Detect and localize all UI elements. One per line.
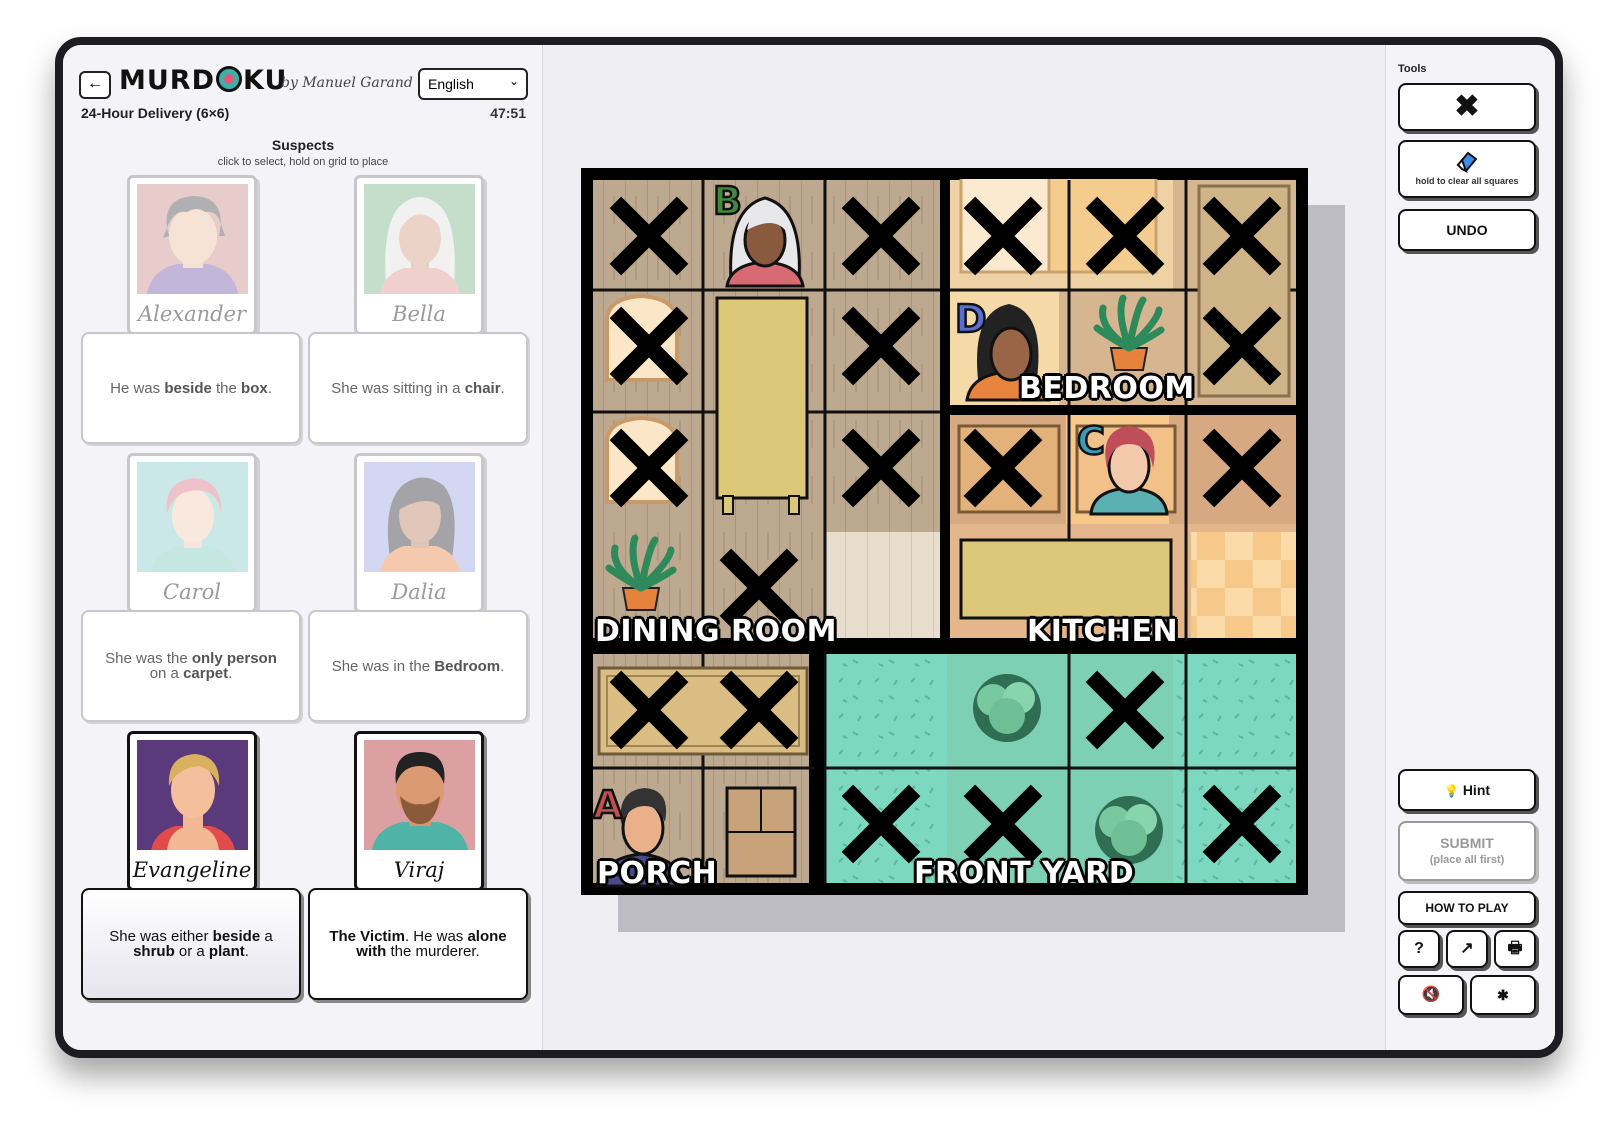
room-label-dining-room: DINING ROOM: [595, 614, 837, 649]
suspect-name: Carol: [163, 580, 221, 604]
how-to-play-label: HOW TO PLAY: [1425, 901, 1509, 915]
murdoku-logo: MURD KU: [119, 65, 288, 96]
marker-d: D: [955, 297, 987, 341]
clue-card-evangeline[interactable]: She was either beside a shrub or a plant…: [81, 888, 301, 1000]
clue-text: She was in the Bedroom.: [331, 657, 505, 675]
viraj-portrait: [364, 740, 475, 850]
suspect-card-evangeline[interactable]: Evangeline: [127, 731, 257, 891]
suspect-name: Dalia: [391, 580, 447, 604]
room-label-bedroom: BEDROOM: [1019, 371, 1195, 406]
marker-a: A: [593, 783, 623, 827]
room-label-front-yard: FRONT YARD: [914, 856, 1135, 891]
app-window: ← MURD KU by Manuel Garand English ⌄ 24-H…: [55, 37, 1563, 1058]
suspect-card-carol[interactable]: Carol: [127, 453, 257, 613]
suspect-card-dalia[interactable]: Dalia: [354, 453, 484, 613]
chevron-down-icon: ⌄: [508, 74, 519, 88]
back-arrow-icon: ←: [87, 75, 103, 92]
submit-sublabel: (place all first): [1429, 854, 1505, 866]
settings-button[interactable]: ✱: [1470, 975, 1536, 1015]
carol-portrait: [137, 462, 248, 572]
logo-magnifier-icon: [216, 65, 242, 92]
hint-label: Hint: [1462, 782, 1491, 798]
x-mark-icon: ✖: [1454, 90, 1480, 123]
mute-button[interactable]: 🔇: [1398, 975, 1464, 1015]
suspects-sidebar: ← MURD KU by Manuel Garand English ⌄ 24-H…: [63, 45, 543, 1050]
share-arrow-icon: ↗: [1460, 940, 1474, 957]
evangeline-portrait: [137, 740, 248, 850]
lightbulb-icon: 💡: [1443, 784, 1459, 798]
suspects-heading: Suspects: [271, 137, 335, 153]
clue-card-carol[interactable]: She was the only person on a carpet.: [81, 610, 301, 722]
language-select[interactable]: English ⌄: [418, 68, 528, 100]
clue-text: She was the only person on a carpet.: [105, 650, 277, 682]
bella-portrait: [364, 184, 475, 294]
alexander-portrait: [137, 184, 248, 294]
board-art: B D C A: [582, 169, 1307, 894]
clue-text: She was sitting in a chair.: [331, 379, 505, 397]
board-area: B D C A DINING ROOM BEDROOM KITCHEN PORC…: [543, 45, 1385, 1050]
clue-card-dalia[interactable]: She was in the Bedroom.: [308, 610, 528, 722]
back-button[interactable]: ←: [79, 71, 111, 99]
clue-text: He was beside the box.: [110, 379, 272, 397]
puzzle-title: 24-Hour Delivery (6×6): [81, 105, 230, 121]
speaker-muted-icon: 🔇: [1421, 986, 1441, 1003]
timer: 47:51: [490, 105, 526, 121]
suspect-name: Evangeline: [132, 858, 252, 882]
x-tool-button[interactable]: ✖: [1398, 83, 1536, 131]
undo-label: UNDO: [1446, 222, 1488, 238]
suspect-name: Bella: [392, 302, 446, 326]
tools-heading: Tools: [1398, 63, 1427, 75]
share-button[interactable]: ↗: [1446, 930, 1488, 968]
suspects-hint: click to select, hold on grid to place: [217, 156, 389, 168]
clue-text: The Victim. He was alone with the murder…: [329, 928, 507, 960]
clue-card-bella[interactable]: She was sitting in a chair.: [308, 332, 528, 444]
gear-icon: ✱: [1497, 987, 1509, 1003]
eraser-tool-button[interactable]: hold to clear all squares: [1398, 140, 1536, 198]
game-board[interactable]: B D C A DINING ROOM BEDROOM KITCHEN PORC…: [581, 168, 1308, 895]
dalia-portrait: [364, 462, 475, 572]
marker-c: C: [1077, 419, 1105, 463]
clue-card-viraj[interactable]: The Victim. He was alone with the murder…: [308, 888, 528, 1000]
clue-card-alexander[interactable]: He was beside the box.: [81, 332, 301, 444]
eraser-icon: [1456, 151, 1478, 174]
submit-button[interactable]: SUBMIT (place all first): [1398, 821, 1536, 881]
suspect-card-viraj[interactable]: Viraj: [354, 731, 484, 891]
eraser-hint: hold to clear all squares: [1415, 176, 1519, 186]
how-to-play-button[interactable]: HOW TO PLAY: [1398, 891, 1536, 925]
suspect-name: Alexander: [137, 302, 247, 326]
suspect-card-bella[interactable]: Bella: [354, 175, 484, 335]
help-button[interactable]: ?: [1398, 930, 1440, 968]
language-value: English: [428, 76, 474, 92]
printer-icon: 🖶: [1507, 940, 1523, 957]
print-button[interactable]: 🖶: [1494, 930, 1536, 968]
undo-button[interactable]: UNDO: [1398, 209, 1536, 251]
marker-b: B: [713, 179, 742, 223]
question-icon: ?: [1414, 940, 1424, 957]
room-label-kitchen: KITCHEN: [1027, 614, 1179, 649]
suspect-name: Viraj: [393, 858, 445, 882]
tools-panel: Tools ✖ hold to clear all squares UNDO 💡…: [1385, 45, 1555, 1050]
submit-label: SUBMIT: [1440, 835, 1494, 851]
clue-text: She was either beside a shrub or a plant…: [109, 928, 273, 960]
hint-button[interactable]: 💡 Hint: [1398, 769, 1536, 811]
suspect-card-alexander[interactable]: Alexander: [127, 175, 257, 335]
author-byline: by Manuel Garand: [281, 75, 413, 91]
room-label-porch: PORCH: [597, 856, 718, 891]
